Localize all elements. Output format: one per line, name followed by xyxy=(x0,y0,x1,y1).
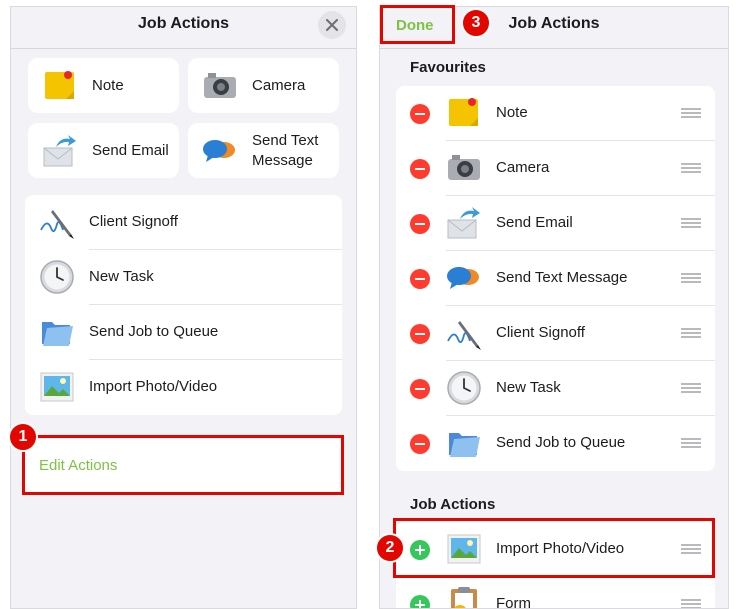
form-clipboard-icon xyxy=(451,587,477,608)
list-item-label: Import Photo/Video xyxy=(89,378,218,395)
row-label: New Task xyxy=(496,379,561,396)
list-item-client-signoff[interactable]: Client Signoff xyxy=(25,195,342,250)
tile-camera[interactable]: Camera xyxy=(188,58,339,113)
folder-icon xyxy=(42,322,73,346)
remove-button[interactable] xyxy=(410,269,430,289)
clock-icon xyxy=(40,260,74,294)
row-label: Send Email xyxy=(496,214,573,231)
reorder-handle-icon[interactable] xyxy=(681,163,701,173)
signature-pen-icon xyxy=(40,210,74,239)
sheet-title: Job Actions xyxy=(138,15,229,32)
list-item-send-job-queue[interactable]: Send Job to Queue xyxy=(25,305,342,360)
reorder-handle-icon[interactable] xyxy=(681,273,701,283)
favourite-row-send-job-queue[interactable]: Send Job to Queue xyxy=(396,416,715,471)
reorder-handle-icon[interactable] xyxy=(681,108,701,118)
reorder-handle-icon[interactable] xyxy=(681,218,701,228)
actions-list: Client Signoff New Task Send Job to Queu… xyxy=(25,195,342,415)
reorder-handle-icon[interactable] xyxy=(681,328,701,338)
reorder-handle-icon[interactable] xyxy=(681,599,701,608)
favourites-list: Note Camera Send Email Send Text Message xyxy=(396,86,715,471)
tile-send-email[interactable]: Send Email xyxy=(28,123,179,178)
list-item-label: New Task xyxy=(89,268,154,285)
favourite-row-camera[interactable]: Camera xyxy=(396,141,715,196)
sticky-note-icon xyxy=(449,98,478,126)
favourite-row-new-task[interactable]: New Task xyxy=(396,361,715,416)
camera-icon xyxy=(204,73,236,98)
list-item-label: Client Signoff xyxy=(89,213,178,230)
row-label: Form xyxy=(496,595,531,609)
favourite-row-send-text[interactable]: Send Text Message xyxy=(396,251,715,306)
reorder-handle-icon[interactable] xyxy=(681,383,701,393)
sticky-note-icon xyxy=(45,71,74,99)
callout-box-done xyxy=(380,5,455,44)
callout-box-import-photo xyxy=(393,518,715,578)
tile-label: Send Email xyxy=(92,141,169,159)
callout-box-edit-actions xyxy=(22,435,344,495)
list-item-new-task[interactable]: New Task xyxy=(25,250,342,305)
tile-note[interactable]: Note xyxy=(28,58,179,113)
clock-icon xyxy=(447,371,481,405)
job-actions-heading: Job Actions xyxy=(410,496,496,513)
callout-badge-3: 3 xyxy=(461,8,491,38)
row-label: Client Signoff xyxy=(496,324,585,341)
reorder-handle-icon[interactable] xyxy=(681,438,701,448)
row-label: Note xyxy=(496,104,528,121)
list-item-label: Send Job to Queue xyxy=(89,323,219,340)
favourite-row-send-email[interactable]: Send Email xyxy=(396,196,715,251)
remove-button[interactable] xyxy=(410,214,430,234)
favourites-heading: Favourites xyxy=(410,59,486,76)
email-icon xyxy=(447,207,480,239)
remove-button[interactable] xyxy=(410,104,430,124)
job-actions-sheet: Job Actions Note Camera Send Email Send … xyxy=(10,6,357,609)
callout-badge-1: 1 xyxy=(8,422,38,452)
row-label: Send Text Message xyxy=(496,269,628,286)
folder-icon xyxy=(449,433,480,457)
remove-button[interactable] xyxy=(410,324,430,344)
action-row-form[interactable]: Form xyxy=(396,577,715,609)
chat-bubbles-icon xyxy=(447,267,479,289)
tile-send-text[interactable]: Send Text Message xyxy=(188,123,339,178)
favourite-row-note[interactable]: Note xyxy=(396,86,715,141)
row-label: Camera xyxy=(496,159,550,176)
remove-button[interactable] xyxy=(410,379,430,399)
signature-pen-icon xyxy=(447,321,481,350)
photo-icon xyxy=(40,372,74,402)
favourite-row-client-signoff[interactable]: Client Signoff xyxy=(396,306,715,361)
row-label: Send Job to Queue xyxy=(496,434,626,451)
tile-label: Note xyxy=(92,76,124,94)
chat-bubbles-icon xyxy=(203,140,235,162)
remove-button[interactable] xyxy=(410,434,430,454)
add-button[interactable] xyxy=(410,595,430,608)
email-icon xyxy=(43,135,76,167)
close-button[interactable] xyxy=(318,11,346,39)
list-item-import-photo[interactable]: Import Photo/Video xyxy=(25,360,342,415)
remove-button[interactable] xyxy=(410,159,430,179)
tile-label: Camera xyxy=(252,76,306,94)
callout-badge-2: 2 xyxy=(375,533,405,563)
close-icon xyxy=(326,19,338,31)
tile-label: Send Text Message xyxy=(252,132,319,169)
camera-icon xyxy=(448,155,480,180)
